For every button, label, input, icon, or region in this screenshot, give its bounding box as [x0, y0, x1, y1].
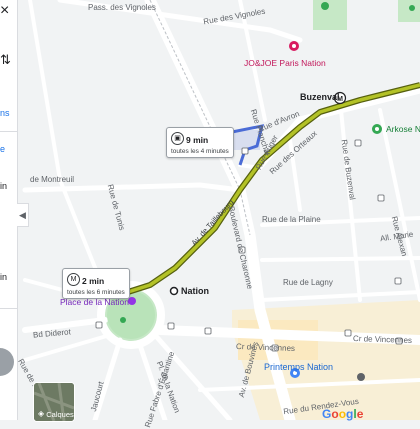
swap-icon[interactable]: ⇅: [0, 52, 11, 68]
map-canvas[interactable]: M: [0, 0, 420, 420]
layers-button[interactable]: ◈ Calques: [33, 382, 75, 422]
panel-text-snippet: in: [0, 272, 8, 282]
google-letter: e: [356, 407, 364, 421]
transit-frequency: toutes les 4 minutes: [171, 148, 229, 155]
metro-station-nation[interactable]: Nation: [181, 286, 209, 296]
poi-label-jojoe[interactable]: JO&JOE Paris Nation: [244, 58, 326, 68]
transit-duration: 2 min: [82, 276, 105, 286]
poi-label-printemps[interactable]: Printemps Nation: [264, 362, 333, 372]
street-label: de Montreuil: [30, 175, 75, 184]
panel-text-snippet: e: [0, 144, 6, 154]
panel-text-snippet: ns: [0, 108, 10, 118]
street-label: Rue de la Plaine: [262, 215, 321, 224]
directions-panel-edge: × ⇅ ns e in in: [0, 0, 18, 420]
google-letter: o: [338, 407, 347, 421]
park-area: [313, 0, 347, 30]
close-icon[interactable]: ×: [0, 2, 9, 20]
park-area: [398, 0, 420, 22]
poi-pin-place-nation: [128, 297, 136, 305]
bus-icon: ▣: [171, 132, 184, 146]
transit-duration: 9 min: [186, 135, 209, 145]
google-letter: G: [322, 407, 332, 421]
metro-icon: M: [67, 273, 80, 287]
google-logo: Google: [322, 407, 363, 421]
poi-pin-jojoe: [289, 41, 299, 51]
transit-frequency: toutes les 6 minutes: [67, 289, 125, 296]
metro-station-buzenval[interactable]: Buzenval: [300, 92, 340, 102]
collapse-panel-button[interactable]: ◀: [17, 203, 29, 227]
google-letter: o: [331, 407, 339, 421]
transit-time-bubble-metro[interactable]: M2 min toutes les 6 minutes: [62, 268, 130, 299]
poi-label-arkose[interactable]: Arkose Nation: [386, 124, 420, 134]
transit-time-bubble-bus[interactable]: ▣ 9 min toutes les 4 minutes: [166, 127, 234, 158]
layers-label: Calques: [46, 410, 74, 419]
street-label: Pass. des Vignoles: [88, 3, 156, 12]
street-label: Rue de Lagny: [283, 278, 333, 287]
avatar[interactable]: [0, 348, 14, 376]
panel-text-snippet: in: [0, 181, 8, 191]
poi-pin-arkose: [372, 124, 382, 134]
